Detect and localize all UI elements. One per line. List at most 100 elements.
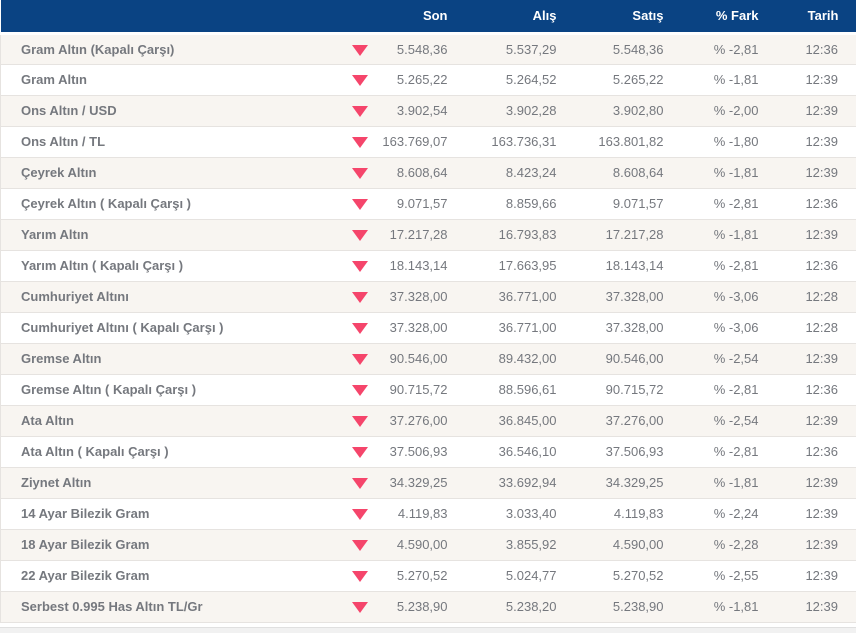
instrument-name[interactable]: 18 Ayar Bilezik Gram <box>0 529 341 561</box>
instrument-name[interactable]: Serbest 0.995 Has Altın TL/Gr <box>0 591 341 623</box>
update-time: 12:39 <box>766 126 856 158</box>
table-row[interactable]: 18 Ayar Bilezik Gram 4.590,00 3.855,92 4… <box>0 529 856 561</box>
percent-change: % -3,06 <box>671 312 767 344</box>
instrument-name[interactable]: Cumhuriyet Altını <box>0 281 341 313</box>
sell-price: 5.238,90 <box>564 591 672 623</box>
instrument-name[interactable]: Gram Altın <box>0 64 341 96</box>
table-row[interactable]: 22 Ayar Bilezik Gram 5.270,52 5.024,77 5… <box>0 560 856 592</box>
percent-change: % -2,28 <box>671 529 767 561</box>
update-time: 12:39 <box>766 591 856 623</box>
down-triangle-icon <box>351 199 368 211</box>
instrument-name[interactable]: Ziynet Altın <box>0 467 341 499</box>
table-row[interactable]: Gremse Altın 90.546,00 89.432,00 90.546,… <box>0 343 856 375</box>
column-header-fark: % Fark <box>671 0 767 33</box>
table-row[interactable]: Serbest 0.995 Has Altın TL/Gr 5.238,90 5… <box>0 591 856 623</box>
column-header-tarih: Tarih <box>766 0 856 33</box>
last-price: 37.328,00 <box>378 281 456 313</box>
instrument-name[interactable]: Ata Altın ( Kapalı Çarşı ) <box>0 436 341 468</box>
instrument-name[interactable]: Ons Altın / TL <box>0 126 341 158</box>
trend-cell <box>340 467 379 499</box>
update-time: 12:36 <box>766 32 856 65</box>
sell-price: 4.119,83 <box>564 498 672 530</box>
instrument-name[interactable]: 22 Ayar Bilezik Gram <box>0 560 341 592</box>
table-row[interactable]: Yarım Altın 17.217,28 16.793,83 17.217,2… <box>0 219 856 251</box>
table-row[interactable]: Gremse Altın ( Kapalı Çarşı ) 90.715,72 … <box>0 374 856 406</box>
buy-price: 16.793,83 <box>455 219 565 251</box>
table-row[interactable]: Ata Altın 37.276,00 36.845,00 37.276,00 … <box>0 405 856 437</box>
percent-change: % -1,80 <box>671 126 767 158</box>
table-row[interactable]: Cumhuriyet Altını 37.328,00 36.771,00 37… <box>0 281 856 313</box>
instrument-name[interactable]: Yarım Altın ( Kapalı Çarşı ) <box>0 250 341 282</box>
instrument-name[interactable]: 14 Ayar Bilezik Gram <box>0 498 341 530</box>
update-time: 12:39 <box>766 157 856 189</box>
instrument-name[interactable]: Cumhuriyet Altını ( Kapalı Çarşı ) <box>0 312 341 344</box>
trend-cell <box>340 126 379 158</box>
buy-price: 163.736,31 <box>455 126 565 158</box>
instrument-name[interactable]: Çeyrek Altın <box>0 157 341 189</box>
trend-cell <box>340 374 379 406</box>
last-price: 5.265,22 <box>378 64 456 96</box>
update-time: 12:39 <box>766 405 856 437</box>
buy-price: 17.663,95 <box>455 250 565 282</box>
table-row[interactable]: Ons Altın / TL 163.769,07 163.736,31 163… <box>0 126 856 158</box>
instrument-name[interactable]: Çeyrek Altın ( Kapalı Çarşı ) <box>0 188 341 220</box>
buy-price: 3.902,28 <box>455 95 565 127</box>
table-row[interactable]: Gram Altın 5.265,22 5.264,52 5.265,22 % … <box>0 64 856 96</box>
sell-price: 18.143,14 <box>564 250 672 282</box>
percent-change: % -1,81 <box>671 591 767 623</box>
trend-cell <box>340 529 379 561</box>
table-row[interactable]: Çeyrek Altın 8.608,64 8.423,24 8.608,64 … <box>0 157 856 189</box>
update-time: 12:39 <box>766 498 856 530</box>
table-row[interactable]: Çeyrek Altın ( Kapalı Çarşı ) 9.071,57 8… <box>0 188 856 220</box>
last-price: 37.276,00 <box>378 405 456 437</box>
trend-cell <box>340 312 379 344</box>
percent-change: % -2,81 <box>671 436 767 468</box>
table-body: Gram Altın (Kapalı Çarşı) 5.548,36 5.537… <box>0 32 856 623</box>
column-header-son: Son <box>378 0 456 33</box>
update-time: 12:39 <box>766 560 856 592</box>
trend-cell <box>340 95 379 127</box>
percent-change: % -2,81 <box>671 374 767 406</box>
sell-price: 17.217,28 <box>564 219 672 251</box>
last-price: 90.715,72 <box>378 374 456 406</box>
sell-price: 9.071,57 <box>564 188 672 220</box>
down-triangle-icon <box>351 323 368 335</box>
table-row[interactable]: Ata Altın ( Kapalı Çarşı ) 37.506,93 36.… <box>0 436 856 468</box>
buy-price: 3.033,40 <box>455 498 565 530</box>
down-triangle-icon <box>351 44 368 56</box>
update-time: 12:39 <box>766 467 856 499</box>
down-triangle-icon <box>351 354 368 366</box>
last-price: 163.769,07 <box>378 126 456 158</box>
instrument-name[interactable]: Gram Altın (Kapalı Çarşı) <box>0 32 341 65</box>
table-row[interactable]: Gram Altın (Kapalı Çarşı) 5.548,36 5.537… <box>0 32 856 65</box>
table-row[interactable]: Ziynet Altın 34.329,25 33.692,94 34.329,… <box>0 467 856 499</box>
table-row[interactable]: Cumhuriyet Altını ( Kapalı Çarşı ) 37.32… <box>0 312 856 344</box>
instrument-name[interactable]: Gremse Altın <box>0 343 341 375</box>
last-price: 90.546,00 <box>378 343 456 375</box>
buy-price: 36.771,00 <box>455 312 565 344</box>
update-time: 12:39 <box>766 64 856 96</box>
last-price: 8.608,64 <box>378 157 456 189</box>
update-time: 12:39 <box>766 343 856 375</box>
table-row[interactable]: Ons Altın / USD 3.902,54 3.902,28 3.902,… <box>0 95 856 127</box>
last-price: 9.071,57 <box>378 188 456 220</box>
down-triangle-icon <box>351 137 368 149</box>
instrument-name[interactable]: Gremse Altın ( Kapalı Çarşı ) <box>0 374 341 406</box>
percent-change: % -1,81 <box>671 157 767 189</box>
sell-price: 5.265,22 <box>564 64 672 96</box>
gold-rates-table: Son Alış Satış % Fark Tarih Gram Altın (… <box>0 0 856 623</box>
trend-cell <box>340 281 379 313</box>
down-triangle-icon <box>351 106 368 118</box>
down-triangle-icon <box>351 571 368 583</box>
buy-price: 36.845,00 <box>455 405 565 437</box>
instrument-name[interactable]: Yarım Altın <box>0 219 341 251</box>
table-row[interactable]: 14 Ayar Bilezik Gram 4.119,83 3.033,40 4… <box>0 498 856 530</box>
last-price: 37.506,93 <box>378 436 456 468</box>
sell-price: 5.548,36 <box>564 32 672 65</box>
instrument-name[interactable]: Ata Altın <box>0 405 341 437</box>
header-row: Son Alış Satış % Fark Tarih <box>0 0 856 33</box>
down-triangle-icon <box>351 416 368 428</box>
update-time: 12:36 <box>766 436 856 468</box>
table-row[interactable]: Yarım Altın ( Kapalı Çarşı ) 18.143,14 1… <box>0 250 856 282</box>
instrument-name[interactable]: Ons Altın / USD <box>0 95 341 127</box>
